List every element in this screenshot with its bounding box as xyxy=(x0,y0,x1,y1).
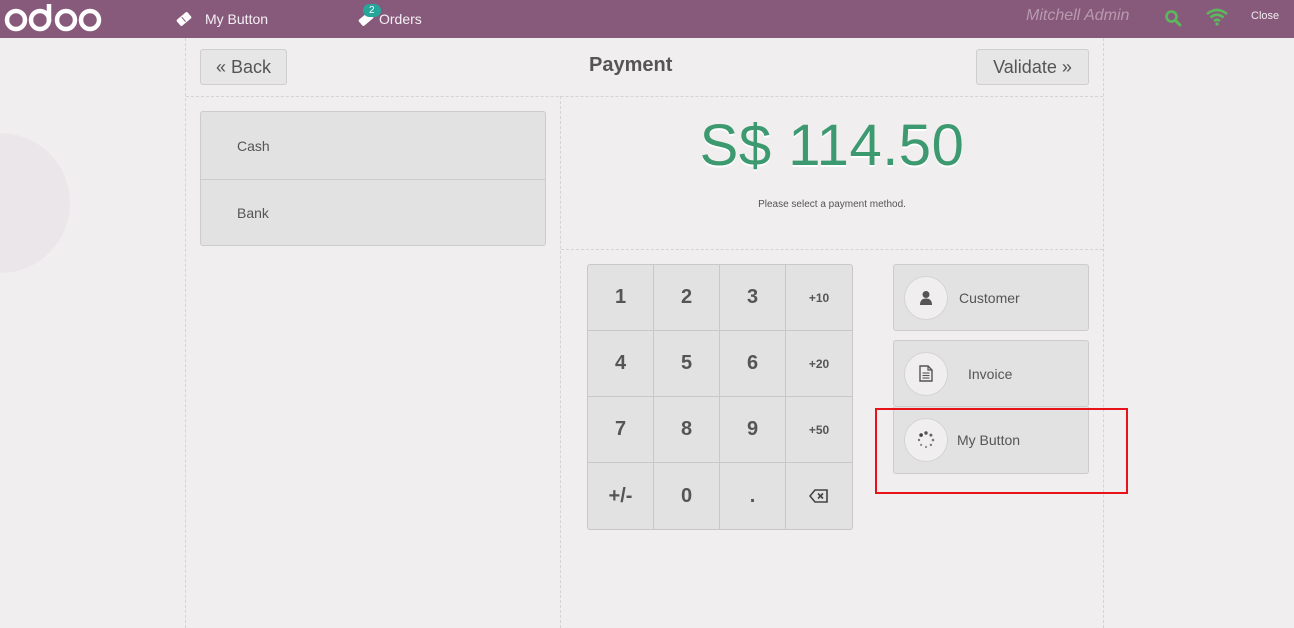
payment-method-label: Bank xyxy=(237,205,269,221)
nav-my-button-label: My Button xyxy=(205,11,269,27)
numpad-key-backspace[interactable] xyxy=(786,463,852,529)
payment-method-bank[interactable]: Bank xyxy=(201,179,545,246)
wifi-icon xyxy=(1206,8,1228,26)
odoo-logo[interactable] xyxy=(4,2,104,34)
ticket-icon xyxy=(175,10,193,28)
total-amount: S$ 114.50 xyxy=(699,113,965,178)
payment-hint: Please select a payment method. xyxy=(758,199,906,210)
highlight-box xyxy=(875,408,1128,494)
numpad-key-plus10[interactable]: +10 xyxy=(786,265,852,331)
numpad-key-9[interactable]: 9 xyxy=(720,397,786,463)
backspace-icon xyxy=(809,489,828,503)
divider xyxy=(561,249,1103,250)
invoice-icon-circle xyxy=(904,351,948,396)
background-decoration xyxy=(0,133,70,273)
username: Mitchell Admin xyxy=(1026,7,1130,24)
numpad: 1 2 3 +10 4 5 6 +20 7 8 9 +50 +/- 0 . xyxy=(587,264,853,530)
numpad-key-plus50[interactable]: +50 xyxy=(786,397,852,463)
orders-count-badge: 2 xyxy=(363,4,381,17)
search-icon[interactable] xyxy=(1164,9,1182,27)
top-navbar: My Button 2 Orders Mitchell Admin Close xyxy=(0,0,1294,38)
numpad-key-sign[interactable]: +/- xyxy=(588,463,654,529)
payment-method-label: Cash xyxy=(237,137,270,154)
validate-button[interactable]: Validate » xyxy=(976,49,1089,85)
numpad-key-6[interactable]: 6 xyxy=(720,331,786,397)
numpad-key-1[interactable]: 1 xyxy=(588,265,654,331)
close-button[interactable]: Close xyxy=(1251,10,1279,22)
numpad-key-3[interactable]: 3 xyxy=(720,265,786,331)
file-icon xyxy=(919,365,933,382)
nav-orders[interactable]: 2 Orders xyxy=(357,0,422,38)
customer-button[interactable]: Customer xyxy=(893,264,1089,331)
numpad-key-decimal[interactable]: . xyxy=(720,463,786,529)
nav-orders-label: Orders xyxy=(379,11,422,27)
divider xyxy=(1103,38,1104,628)
numpad-key-8[interactable]: 8 xyxy=(654,397,720,463)
invoice-label: Invoice xyxy=(968,365,1013,382)
payment-methods-list: Cash Bank xyxy=(200,111,546,246)
invoice-button[interactable]: Invoice xyxy=(893,340,1089,407)
user-icon xyxy=(920,290,932,305)
divider xyxy=(186,96,1103,97)
customer-label: Customer xyxy=(959,289,1020,306)
numpad-key-2[interactable]: 2 xyxy=(654,265,720,331)
numpad-key-plus20[interactable]: +20 xyxy=(786,331,852,397)
back-button[interactable]: « Back xyxy=(200,49,287,85)
payment-method-cash[interactable]: Cash xyxy=(201,112,545,179)
nav-my-button[interactable]: My Button xyxy=(175,0,268,38)
numpad-key-5[interactable]: 5 xyxy=(654,331,720,397)
customer-icon-circle xyxy=(904,275,948,320)
divider xyxy=(185,38,186,628)
numpad-key-4[interactable]: 4 xyxy=(588,331,654,397)
numpad-key-0[interactable]: 0 xyxy=(654,463,720,529)
numpad-key-7[interactable]: 7 xyxy=(588,397,654,463)
page-title: Payment xyxy=(589,54,673,76)
